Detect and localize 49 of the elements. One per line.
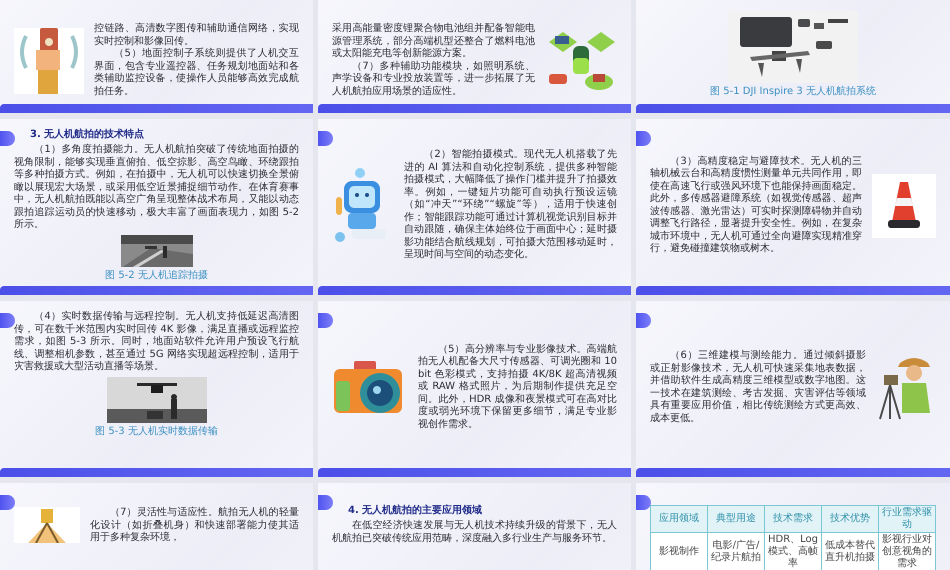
traffic-cone-drawing: [872, 174, 936, 238]
slide-tab-marker: [318, 313, 333, 328]
slide-tab-marker: [0, 313, 15, 328]
table-cell: 电影/广告/纪录片航拍: [708, 532, 764, 570]
table-cell: 影视行业对创意视角的需求: [878, 532, 936, 570]
slide-tab-marker: [318, 131, 333, 146]
hand-phone-drawing: [14, 28, 84, 94]
slide-tab-marker: [0, 495, 15, 510]
table-cell: 低成本替代直升机拍摄: [822, 532, 878, 570]
slide-tab-marker: [0, 131, 15, 146]
slide-thumbnail[interactable]: （6）三维建模与测绘能力。通过倾斜摄影或正射影像技术，无人机可快速采集地表数据，并借助软件生成高精度三维模型或数字地图。这一技术在建筑测绘、考古发掘、灾害评估等领域具有重要应用价值，相比传统测绘方式更高效、成本更低。: [636, 301, 950, 477]
column-header: 行业需求驱动: [878, 506, 936, 532]
body-paragraph: （7）灵活性与适应性。航拍无人机的轻量化设计（如折叠机身）和快速部署能力使其适用于多种复杂环境，: [90, 507, 299, 544]
slide-thumbnail[interactable]: （7）灵活性与适应性。航拍无人机的轻量化设计（如折叠机身）和快速部署能力使其适用于多种复杂环境，: [0, 483, 313, 570]
section-heading: 3. 无人机航拍的技术特点: [29, 129, 146, 141]
section-heading: 4. 无人机航拍的主要应用领域: [347, 505, 484, 517]
column-header: 技术优势: [822, 506, 878, 532]
slide-thumbnail[interactable]: （5）高分辨率与专业影像技术。高端航拍无人机配备大尺寸传感器、可调光圈和 10 bit 色彩模式，支持拍摄 4K/8K 超高清视频或 RAW 格式照片，为后期制作提供充足空间。此外，HDR 成像和夜景模式可在高对比度或弱光环境下保留更多细节，满足专业影视创作需求。: [318, 301, 631, 477]
figure-caption: 图 5-1 DJI Inspire 3 无人机航拍系统: [710, 86, 876, 98]
slide-thumbnail[interactable]: （2）智能拍摄模式。现代无人机搭载了先进的 AI 算法和自动化控制系统，提供多种智能拍摄模式，大幅降低了操作门槛并提升了拍摄效率。例如，一键短片功能可自动执行预设运镜（如“冲天”“环绕”“螺旋”等），适用于快速创作；智能跟踪功能可通过计算机视觉识别目标并自动跟随，确保主体始终位于画面中心；延时摄影功能结合航线规划，可拍摄大范围移动延时，呈现时间与空间的动态变化。: [318, 119, 631, 295]
slide-thumbnail[interactable]: 4. 无人机航拍的主要应用领域 在低空经济快速发展与无人机技术持续升级的背景下，无人机航拍已突破传统应用范畴，深度融入多行业生产与服务环节。: [318, 483, 631, 570]
slide-thumbnail[interactable]: 采用高能量密度锂聚合物电池组并配备智能电源管理系统，部分高端机型还整合了燃料电池或太阳能充电等创新能源方案。 （7）多种辅助功能模块，如照明系统、声学设备和专业投放装置等，进一步拓展了无人机航拍应用场景的适应性。: [318, 0, 631, 113]
column-header: 应用领域: [650, 506, 708, 532]
figure-caption: 图 5-3 无人机实时数据传输: [95, 426, 218, 438]
slide-thumbnail[interactable]: 3. 无人机航拍的技术特点 （1）多角度拍摄能力。无人机航拍突破了传统地面拍摄的视角限制，能够实现垂直俯拍、低空掠影、高空鸟瞰、环绕跟拍等多种拍摄方式。例如，在拍摄中，无人机可以快速切换全景俯瞰以展现宏大场景，或采用低空近景捕捉细节动作。在体育赛事中，无人机航拍既能以高空广角呈现整体战术布局，又能以动态跟拍追踪运动员的快速移动，极大丰富了画面表现力，如图 5-2 所示。 图 5-2 无人机追踪拍摄: [0, 119, 313, 295]
slide-tab-marker: [636, 313, 651, 328]
slide-thumbnail[interactable]: 控链路、高清数字图传和辅助通信网络，实现实时控制和影像回传。 （5）地面控制子系统则提供了人机交互界面，包含专业遥控器、任务规划地面站和各类辅助监控设备，使操作人员能够高效完成航拍任务。: [0, 0, 313, 113]
body-paragraph: （6）三维建模与测绘能力。通过倾斜摄影或正射影像技术，无人机可快速采集地表数据，并借助软件生成高精度三维模型或数字地图。这一技术在建筑测绘、考古发掘、灾害评估等领域具有重要应用价值，相比传统测绘方式更高效、成本更低。: [650, 350, 866, 425]
body-paragraph: （1）多角度拍摄能力。无人机航拍突破了传统地面拍摄的视角限制，能够实现垂直俯拍、低空掠影、高空鸟瞰、环绕跟拍等多种拍摄方式。例如，在拍摄中，无人机可以快速切换全景俯瞰以展现宏大场景，或采用低空近景捕捉细节动作。在体育赛事中，无人机航拍既能以高空广角呈现整体战术布局，又能以动态跟拍追踪运动员的快速移动，极大丰富了画面表现力，如图 5-2 所示。: [14, 144, 299, 232]
body-paragraph: （5）地面控制子系统则提供了人机交互界面，包含专业遥控器、任务规划地面站和各类辅助监控设备，使操作人员能够高效完成航拍任务。: [94, 48, 299, 98]
slide-tab-marker: [636, 131, 651, 146]
slide-thumbnail[interactable]: （3）高精度稳定与避障技术。无人机的三轴机械云台和高精度惯性测量单元共同作用，即使在高速飞行或强风环境下也能保持画面稳定。此外，多传感器避障系统（如视觉传感器、超声波传感器、激光雷达）可实时探测障碍物并自动调整飞行路径，显著提升安全性。例如，在复杂城市环境中，无人机可通过全向避障实现精准穿行，避免碰撞建筑物或树木。: [636, 119, 950, 295]
surveying-tripod-drawing: [14, 507, 80, 543]
body-paragraph: （2）智能拍摄模式。现代无人机搭载了先进的 AI 算法和自动化控制系统，提供多种智能拍摄模式，大幅降低了操作门槛并提升了拍摄效率。例如，一键短片功能可自动执行预设运镜（如“冲天”“环绕”“螺旋”等），适用于快速创作；智能跟踪功能可通过计算机视觉识别目标并自动跟随，确保主体始终位于画面中心；延时摄影功能结合航线规划，可拍摄大范围移动延时，呈现时间与空间的动态变化。: [404, 149, 617, 262]
figure-caption: 图 5-2 无人机追踪拍摄: [105, 270, 208, 282]
body-paragraph: （4）实时数据传输与远程控制。无人机支持低延迟高清图传，可在数千米范围内实时回传 4K 影像，满足直播或远程监控需求，如图 5-3 所示。同时，地面站软件允许用户预设飞行航线、调整相机参数，甚至通过 5G 网络实现超远程控制，适用于灾害救援或大型活动直播等场景。: [14, 311, 299, 374]
body-paragraph: 采用高能量密度锂聚合物电池组并配备智能电源管理系统，部分高端机型还整合了燃料电池或太阳能充电等创新能源方案。: [332, 23, 535, 60]
table-cell: 影视制作: [650, 532, 708, 570]
slide-tab-marker: [318, 495, 333, 510]
body-paragraph: 在低空经济快速发展与无人机技术持续升级的背景下，无人机航拍已突破传统应用范畴，深度融入多行业生产与服务环节。: [332, 520, 617, 545]
body-paragraph: （7）多种辅助功能模块，如照明系统、声学设备和专业投放装置等，进一步拓展了无人机航拍应用场景的适应性。: [332, 60, 535, 98]
table-cell: HDR、Log 模式、高帧率: [764, 532, 822, 570]
slide-thumbnail[interactable]: （4）实时数据传输与远程控制。无人机支持低延迟高清图传，可在数千米范围内实时回传 4K 影像，满足直播或远程监控需求，如图 5-3 所示。同时，地面站软件允许用户预设飞行航线、调整相机参数，甚至通过 5G 网络实现超远程控制，适用于灾害救援或大型活动直播等场景。 图 5-3 无人机实时数据传输: [0, 301, 313, 477]
body-paragraph: （5）高分辨率与专业影像技术。高端航拍无人机配备大尺寸传感器、可调光圈和 10 bit 色彩模式，支持拍摄 4K/8K 超高清视频或 RAW 格式照片，为后期制作提供充足空间。此外，HDR 成像和夜景模式可在高对比度或弱光环境下保留更多细节，满足专业影视创作需求。: [418, 344, 617, 432]
body-paragraph: （3）高精度稳定与避障技术。无人机的三轴机械云台和高精度惯性测量单元共同作用，即使在高速飞行或强风环境下也能保持画面稳定。此外，多传感器避障系统（如视觉传感器、超声波传感器、激光雷达）可实时探测障碍物并自动调整飞行路径，显著提升安全性。例如，在复杂城市环境中，无人机可通过全向避障实现精准穿行，避免碰撞建筑物或树木。: [650, 156, 862, 256]
body-paragraph: 控链路、高清数字图传和辅助通信网络，实现实时控制和影像回传。: [94, 23, 299, 48]
column-header: 典型用途: [708, 506, 764, 532]
slide-tab-marker: [636, 495, 651, 510]
column-header: 技术需求: [764, 506, 822, 532]
